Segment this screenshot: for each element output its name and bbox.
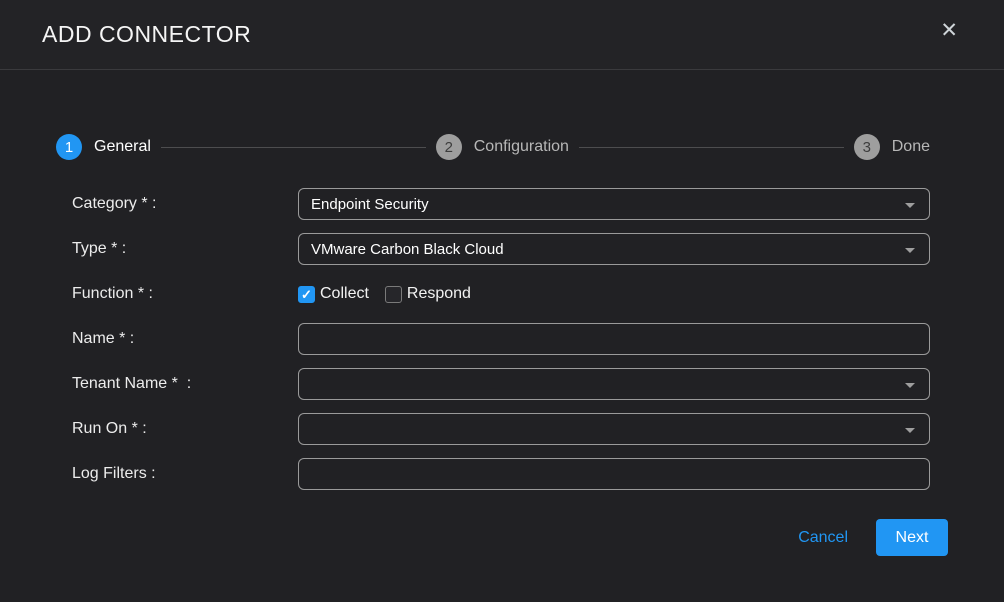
tenant-name-select[interactable]: [298, 368, 930, 400]
run-on-row: Run On * :: [72, 413, 930, 445]
dialog-title: ADD CONNECTOR: [42, 21, 251, 48]
log-filters-input[interactable]: [298, 458, 930, 490]
add-connector-dialog: ADD CONNECTOR ✕ 1 General 2 Configuratio…: [0, 0, 1004, 602]
step-connector-line: [579, 147, 844, 148]
type-select[interactable]: VMware Carbon Black Cloud: [298, 233, 930, 265]
step-configuration[interactable]: 2 Configuration: [436, 134, 569, 160]
log-filters-label: Log Filters :: [72, 465, 298, 483]
collect-checkbox-label: Collect: [320, 285, 369, 303]
step-3-label: Done: [892, 138, 930, 156]
checkbox-icon[interactable]: [298, 286, 315, 303]
respond-checkbox-label: Respond: [407, 285, 471, 303]
step-done[interactable]: 3 Done: [854, 134, 930, 160]
step-2-label: Configuration: [474, 138, 569, 156]
name-input[interactable]: [298, 323, 930, 355]
step-general[interactable]: 1 General: [56, 134, 151, 160]
chevron-down-icon: [905, 203, 915, 208]
function-options: Collect Respond: [298, 285, 487, 303]
tenant-name-row: Tenant Name * :: [72, 368, 930, 400]
category-select[interactable]: Endpoint Security: [298, 188, 930, 220]
log-filters-row: Log Filters :: [72, 458, 930, 490]
step-wizard: 1 General 2 Configuration 3 Done: [56, 134, 930, 160]
step-1-label: General: [94, 138, 151, 156]
chevron-down-icon: [905, 383, 915, 388]
type-row: Type * : VMware Carbon Black Cloud: [72, 233, 930, 265]
step-3-circle: 3: [854, 134, 880, 160]
dialog-header: ADD CONNECTOR ✕: [0, 0, 1004, 70]
close-icon[interactable]: ✕: [936, 16, 962, 45]
category-row: Category * : Endpoint Security: [72, 188, 930, 220]
collect-checkbox[interactable]: Collect: [298, 285, 369, 303]
function-label: Function * :: [72, 285, 298, 303]
function-row: Function * : Collect Respond: [72, 278, 930, 310]
step-connector-line: [161, 147, 426, 148]
type-label: Type * :: [72, 240, 298, 258]
category-label: Category * :: [72, 195, 298, 213]
dialog-footer: Cancel Next: [0, 519, 948, 556]
name-label: Name * :: [72, 330, 298, 348]
tenant-name-label: Tenant Name * :: [72, 375, 298, 393]
chevron-down-icon: [905, 248, 915, 253]
chevron-down-icon: [905, 428, 915, 433]
cancel-button[interactable]: Cancel: [798, 529, 848, 547]
step-1-circle: 1: [56, 134, 82, 160]
run-on-select[interactable]: [298, 413, 930, 445]
checkbox-icon[interactable]: [385, 286, 402, 303]
next-button[interactable]: Next: [876, 519, 948, 556]
run-on-label: Run On * :: [72, 420, 298, 438]
name-row: Name * :: [72, 323, 930, 355]
step-2-circle: 2: [436, 134, 462, 160]
category-selected-value: Endpoint Security: [311, 196, 429, 213]
type-selected-value: VMware Carbon Black Cloud: [311, 241, 504, 258]
respond-checkbox[interactable]: Respond: [385, 285, 471, 303]
connector-form: Category * : Endpoint Security Type * : …: [72, 188, 930, 503]
